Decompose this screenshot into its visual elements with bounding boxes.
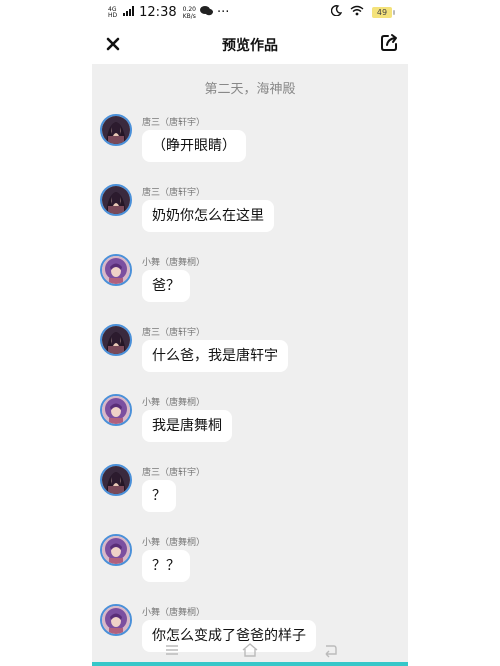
- chat-message: 唐三（唐轩宇） 奶奶你怎么在这里: [100, 184, 400, 246]
- tang-san-avatar[interactable]: [100, 184, 132, 216]
- battery-indicator: 49: [372, 7, 395, 18]
- signal-icon: [123, 5, 135, 20]
- scene-caption: 第二天，海神殿: [204, 82, 296, 97]
- message-bubble[interactable]: ？: [142, 480, 176, 512]
- share-button[interactable]: [378, 32, 400, 54]
- speaker-name: 小舞（唐舞桐）: [142, 608, 206, 618]
- speaker-name: 小舞（唐舞桐）: [142, 398, 206, 408]
- chat-message: 唐三（唐轩宇） （睁开眼睛）: [100, 114, 400, 176]
- xiao-wu-avatar[interactable]: [100, 254, 132, 286]
- tang-san-avatar[interactable]: [100, 114, 132, 146]
- status-left: 4G HD 12:38 0.20 KB/s ···: [108, 5, 229, 20]
- chat-message: 唐三（唐轩宇） 什么爸，我是唐轩宇: [100, 324, 400, 386]
- message-bubble[interactable]: 什么爸，我是唐轩宇: [142, 340, 288, 372]
- tang-san-avatar[interactable]: [100, 324, 132, 356]
- home-icon: [242, 643, 258, 657]
- speaker-name: 唐三（唐轩宇）: [142, 468, 206, 478]
- home-nav-button[interactable]: [240, 640, 260, 660]
- back-icon: [325, 645, 337, 658]
- speed-value: 0.20: [182, 5, 196, 13]
- network-speed: 0.20 KB/s: [183, 6, 196, 20]
- chat-app-icon: [199, 5, 213, 20]
- network-indicator: 4G HD: [108, 6, 118, 19]
- status-bar: 4G HD 12:38 0.20 KB/s ··· 49: [0, 0, 500, 26]
- share-icon: [381, 34, 397, 51]
- message-bubble[interactable]: 奶奶你怎么在这里: [142, 200, 274, 232]
- status-right: 49: [330, 5, 395, 20]
- page-title: 预览作品: [222, 38, 278, 54]
- more-notifications: ···: [216, 5, 230, 20]
- speed-unit: KB/s: [182, 12, 196, 20]
- speaker-name: 小舞（唐舞桐）: [142, 258, 206, 268]
- menu-nav-button[interactable]: [162, 640, 182, 660]
- clock: 12:38: [139, 5, 177, 20]
- xiao-wu-avatar[interactable]: [100, 604, 132, 636]
- speaker-name: 小舞（唐舞桐）: [142, 538, 206, 548]
- moon-icon: [330, 5, 343, 20]
- back-nav-button[interactable]: [320, 640, 340, 660]
- message-bubble[interactable]: 爸？: [142, 270, 190, 302]
- menu-icon: [166, 645, 178, 655]
- chat-message: 小舞（唐舞桐） 爸？: [100, 254, 400, 316]
- network-type-bottom: HD: [108, 11, 118, 19]
- message-bubble[interactable]: ？？: [142, 550, 190, 582]
- wifi-icon: [350, 5, 364, 20]
- speaker-name: 唐三（唐轩宇）: [142, 328, 206, 338]
- speaker-name: 唐三（唐轩宇）: [142, 118, 206, 128]
- system-nav-bar: [92, 640, 408, 662]
- tang-san-avatar[interactable]: [100, 464, 132, 496]
- xiao-wu-avatar[interactable]: [100, 534, 132, 566]
- chat-message: 小舞（唐舞桐） 我是唐舞桐: [100, 394, 400, 456]
- speaker-name: 唐三（唐轩宇）: [142, 188, 206, 198]
- chat-message: 小舞（唐舞桐） ？？: [100, 534, 400, 596]
- message-bubble[interactable]: 我是唐舞桐: [142, 410, 232, 442]
- chat-preview[interactable]: 第二天，海神殿 唐三（唐轩宇） （睁开眼睛） 唐三（唐轩宇） 奶奶你怎么在这里小舞（唐…: [92, 64, 408, 662]
- message-bubble[interactable]: （睁开眼睛）: [142, 130, 246, 162]
- chat-message: 唐三（唐轩宇） ？: [100, 464, 400, 526]
- header: 预览作品: [92, 28, 408, 62]
- bottom-accent-bar: [92, 662, 408, 666]
- xiao-wu-avatar[interactable]: [100, 394, 132, 426]
